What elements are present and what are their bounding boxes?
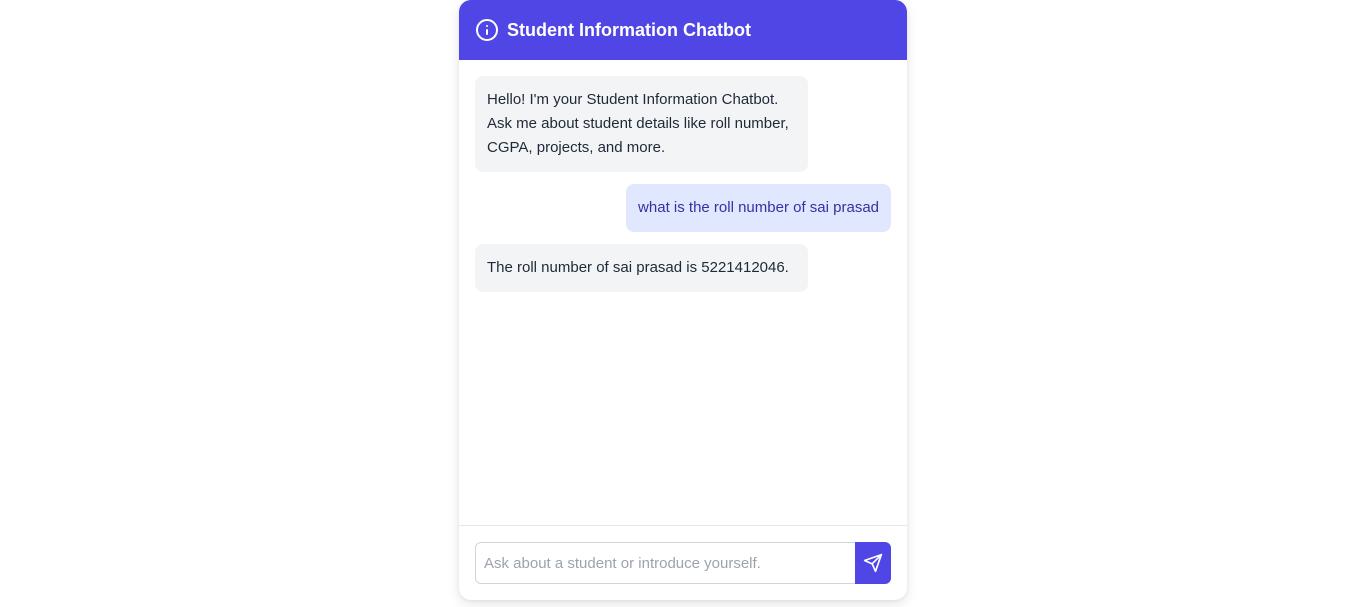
send-icon bbox=[863, 553, 883, 573]
chat-window: Student Information Chatbot Hello! I'm y… bbox=[459, 0, 907, 600]
bot-message: Hello! I'm your Student Information Chat… bbox=[475, 76, 808, 172]
info-circle-icon bbox=[475, 18, 499, 42]
message-composer bbox=[459, 525, 907, 600]
user-message: what is the roll number of sai prasad bbox=[626, 184, 891, 232]
message-input[interactable] bbox=[475, 542, 855, 584]
chat-header: Student Information Chatbot bbox=[459, 0, 907, 60]
message-list: Hello! I'm your Student Information Chat… bbox=[459, 60, 907, 525]
send-button[interactable] bbox=[855, 542, 891, 584]
chat-title: Student Information Chatbot bbox=[507, 19, 751, 40]
bot-message: The roll number of sai prasad is 5221412… bbox=[475, 244, 808, 292]
